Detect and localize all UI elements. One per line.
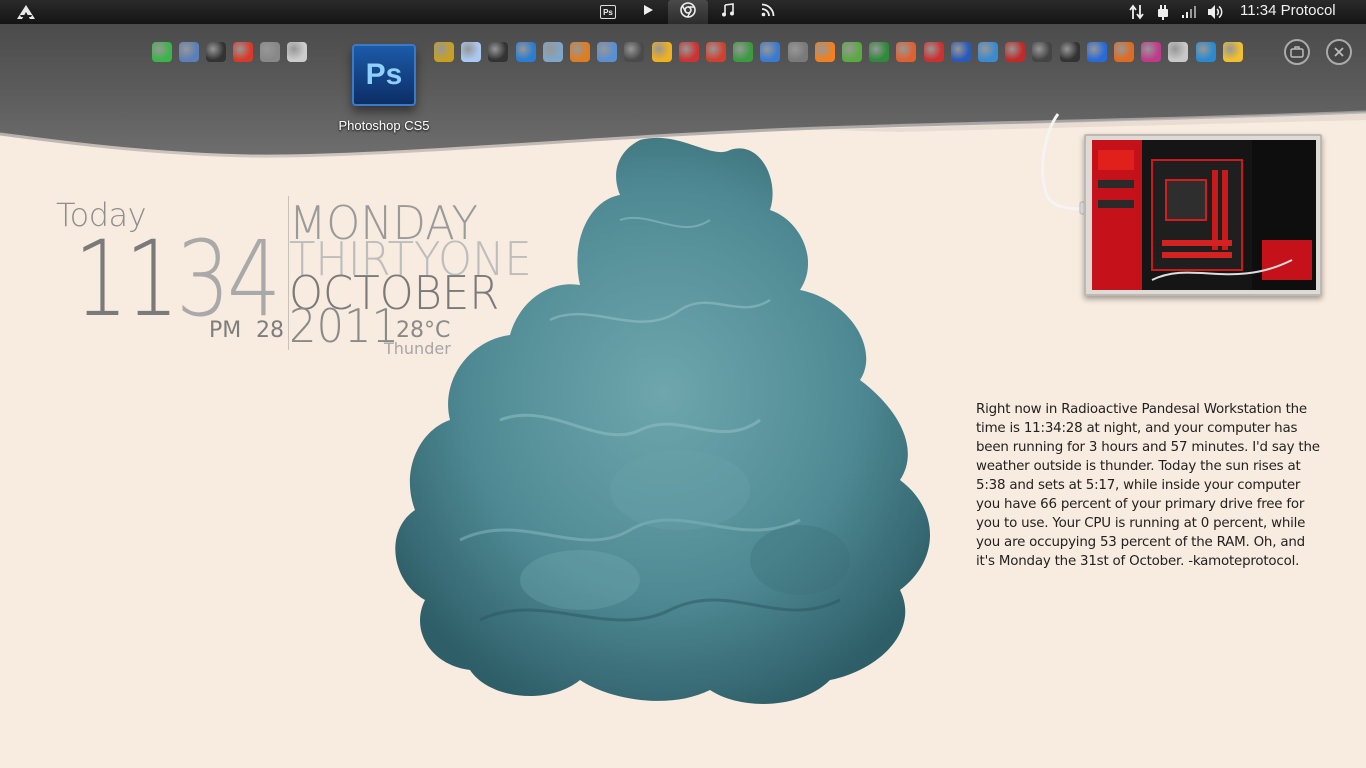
- chrome-icon: [680, 2, 696, 22]
- photoshop-icon: Ps: [600, 5, 616, 19]
- close-button[interactable]: [1326, 39, 1352, 65]
- tab-rss[interactable]: [748, 0, 788, 24]
- dock-app-icon[interactable]: [1141, 42, 1162, 62]
- briefcase-button[interactable]: [1284, 39, 1310, 65]
- dock-app-icon[interactable]: [651, 42, 672, 62]
- dock-app-icon[interactable]: [461, 42, 482, 62]
- volume-icon[interactable]: [1206, 3, 1224, 21]
- year-text: 2011: [289, 299, 400, 353]
- dock-app-icon[interactable]: [515, 42, 536, 62]
- network-arrows-icon[interactable]: [1128, 3, 1146, 21]
- dock-app-icon[interactable]: [814, 42, 835, 62]
- dock-app-icon[interactable]: [597, 42, 618, 62]
- dock-app-icon[interactable]: [488, 42, 509, 62]
- big-clock-time: 1134: [74, 218, 281, 340]
- dock-app-icon[interactable]: [1086, 42, 1107, 62]
- photo-frame-widget[interactable]: [1084, 134, 1322, 296]
- power-plug-icon[interactable]: [1154, 3, 1172, 21]
- dock-app-icon[interactable]: [542, 42, 563, 62]
- dock-app-icon[interactable]: [287, 42, 307, 62]
- tab-music[interactable]: [708, 0, 748, 24]
- dock-app-icon[interactable]: [260, 42, 280, 62]
- system-logo-icon[interactable]: [16, 4, 36, 20]
- system-tray: [1128, 3, 1224, 21]
- dock-app-icon[interactable]: [760, 42, 781, 62]
- tab-media-player[interactable]: [628, 0, 668, 24]
- signal-bars-icon[interactable]: [1180, 3, 1198, 21]
- music-note-icon: [721, 3, 735, 21]
- play-icon: [642, 4, 654, 20]
- dock-app-icon[interactable]: [434, 42, 454, 62]
- dock-app-icon[interactable]: [869, 42, 890, 62]
- clock-hour: 11: [74, 218, 179, 340]
- dock-app-icon[interactable]: [678, 42, 699, 62]
- weather-condition-text: Thunder: [384, 339, 451, 358]
- tab-photoshop[interactable]: Ps: [588, 0, 628, 24]
- dock-app-icon[interactable]: [1032, 42, 1053, 62]
- taskbar-tabs: Ps: [588, 0, 788, 24]
- system-narrative-text: Right now in Radioactive Pandesal Workst…: [976, 402, 1320, 569]
- top-bar: Ps 11:34 Protocol: [0, 0, 1366, 24]
- dock-app-icon[interactable]: [1114, 42, 1134, 62]
- dock-app-icon[interactable]: [842, 42, 862, 62]
- tab-chrome[interactable]: [668, 0, 708, 24]
- dock-app-icon[interactable]: [570, 42, 590, 62]
- briefcase-icon: [1290, 46, 1304, 58]
- dock-app-icon[interactable]: [1168, 42, 1189, 62]
- photoshop-dock-icon[interactable]: Ps: [352, 44, 416, 106]
- dock-app-icon[interactable]: [152, 42, 172, 62]
- dock-app-icon[interactable]: [950, 42, 971, 62]
- taskbar-clock[interactable]: 11:34 Protocol: [1240, 2, 1336, 19]
- dock-app-icon[interactable]: [1222, 42, 1243, 62]
- rss-icon: [761, 3, 775, 21]
- dock-app-icon[interactable]: [233, 42, 253, 62]
- dock-app-icon[interactable]: [624, 42, 645, 62]
- dock-app-icon[interactable]: [179, 42, 199, 62]
- dock-app-icon[interactable]: [206, 42, 226, 62]
- dock-app-icon[interactable]: [787, 42, 808, 62]
- dock-app-icon[interactable]: [896, 42, 917, 62]
- clock-seconds: 28: [256, 318, 284, 343]
- dock-app-icon[interactable]: [1005, 42, 1026, 62]
- dock-app-icon[interactable]: [706, 42, 726, 62]
- dock-app-icon[interactable]: [1195, 42, 1216, 62]
- dock-app-icon[interactable]: [1059, 42, 1080, 62]
- motherboard-photo: [1092, 140, 1316, 290]
- dock-app-icon[interactable]: [733, 42, 754, 62]
- dock-app-icon[interactable]: [923, 42, 944, 62]
- close-icon: [1334, 47, 1344, 57]
- clock-ampm: PM: [209, 318, 242, 343]
- dock-app-icon[interactable]: [978, 42, 998, 62]
